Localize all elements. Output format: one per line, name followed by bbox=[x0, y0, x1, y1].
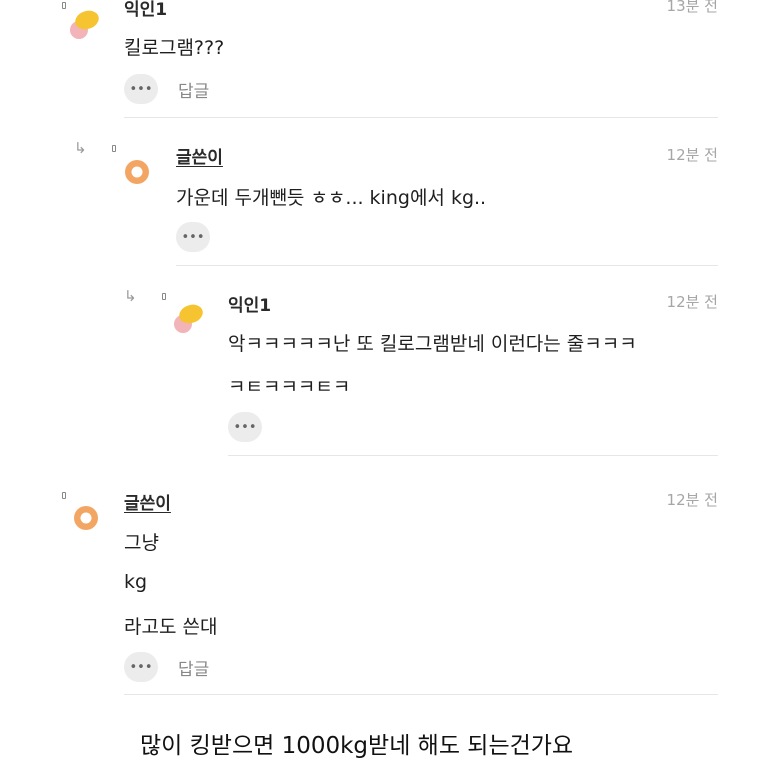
reply-arrow-icon: ↳ bbox=[124, 287, 137, 305]
comment-timestamp: 12분 전 bbox=[666, 491, 718, 509]
comment-marker bbox=[62, 492, 66, 499]
comment-timestamp: 13분 전 bbox=[666, 0, 718, 15]
comment-author[interactable]: 익인1 bbox=[124, 0, 167, 20]
comment-text: ㅋㅌㅋㅋㅋㅌㅋ bbox=[228, 376, 351, 398]
divider bbox=[124, 117, 718, 118]
avatar bbox=[125, 160, 149, 184]
more-options-button[interactable]: ••• bbox=[124, 74, 158, 104]
avatar bbox=[70, 10, 99, 39]
comment-marker bbox=[112, 145, 116, 152]
reply-button[interactable]: 답글 bbox=[178, 77, 209, 102]
comment-text: 그냥 bbox=[124, 532, 159, 554]
divider bbox=[176, 265, 718, 266]
reply-button[interactable]: 답글 bbox=[178, 655, 209, 680]
caption-text: 많이 킹받으면 1000kg받네 해도 되는건가요 bbox=[140, 733, 574, 759]
comment-text: 악ㅋㅋㅋㅋㅋ난 또 킬로그램받네 이런다는 줄ㅋㅋㅋ bbox=[228, 333, 637, 355]
comment-timestamp: 12분 전 bbox=[666, 293, 718, 311]
comment-text: 킬로그램??? bbox=[124, 37, 225, 59]
comment-text: 라고도 쓴대 bbox=[124, 616, 218, 638]
comment-timestamp: 12분 전 bbox=[666, 146, 718, 164]
avatar bbox=[174, 304, 203, 333]
reply-arrow-icon: ↳ bbox=[74, 139, 87, 157]
avatar bbox=[74, 506, 98, 530]
more-options-button[interactable]: ••• bbox=[228, 412, 262, 442]
comment-author[interactable]: 글쓴이 bbox=[176, 143, 223, 168]
comment-text: kg bbox=[124, 571, 148, 593]
comment-text: 가운데 두개뺀듯 ㅎㅎ... king에서 kg.. bbox=[176, 187, 487, 209]
more-options-button[interactable]: ••• bbox=[124, 652, 158, 682]
divider bbox=[228, 455, 718, 456]
divider bbox=[124, 694, 718, 695]
comment-author[interactable]: 글쓴이 bbox=[124, 489, 171, 514]
comment-marker bbox=[162, 293, 166, 300]
more-options-button[interactable]: ••• bbox=[176, 222, 210, 252]
comment-author[interactable]: 익인1 bbox=[228, 291, 271, 316]
